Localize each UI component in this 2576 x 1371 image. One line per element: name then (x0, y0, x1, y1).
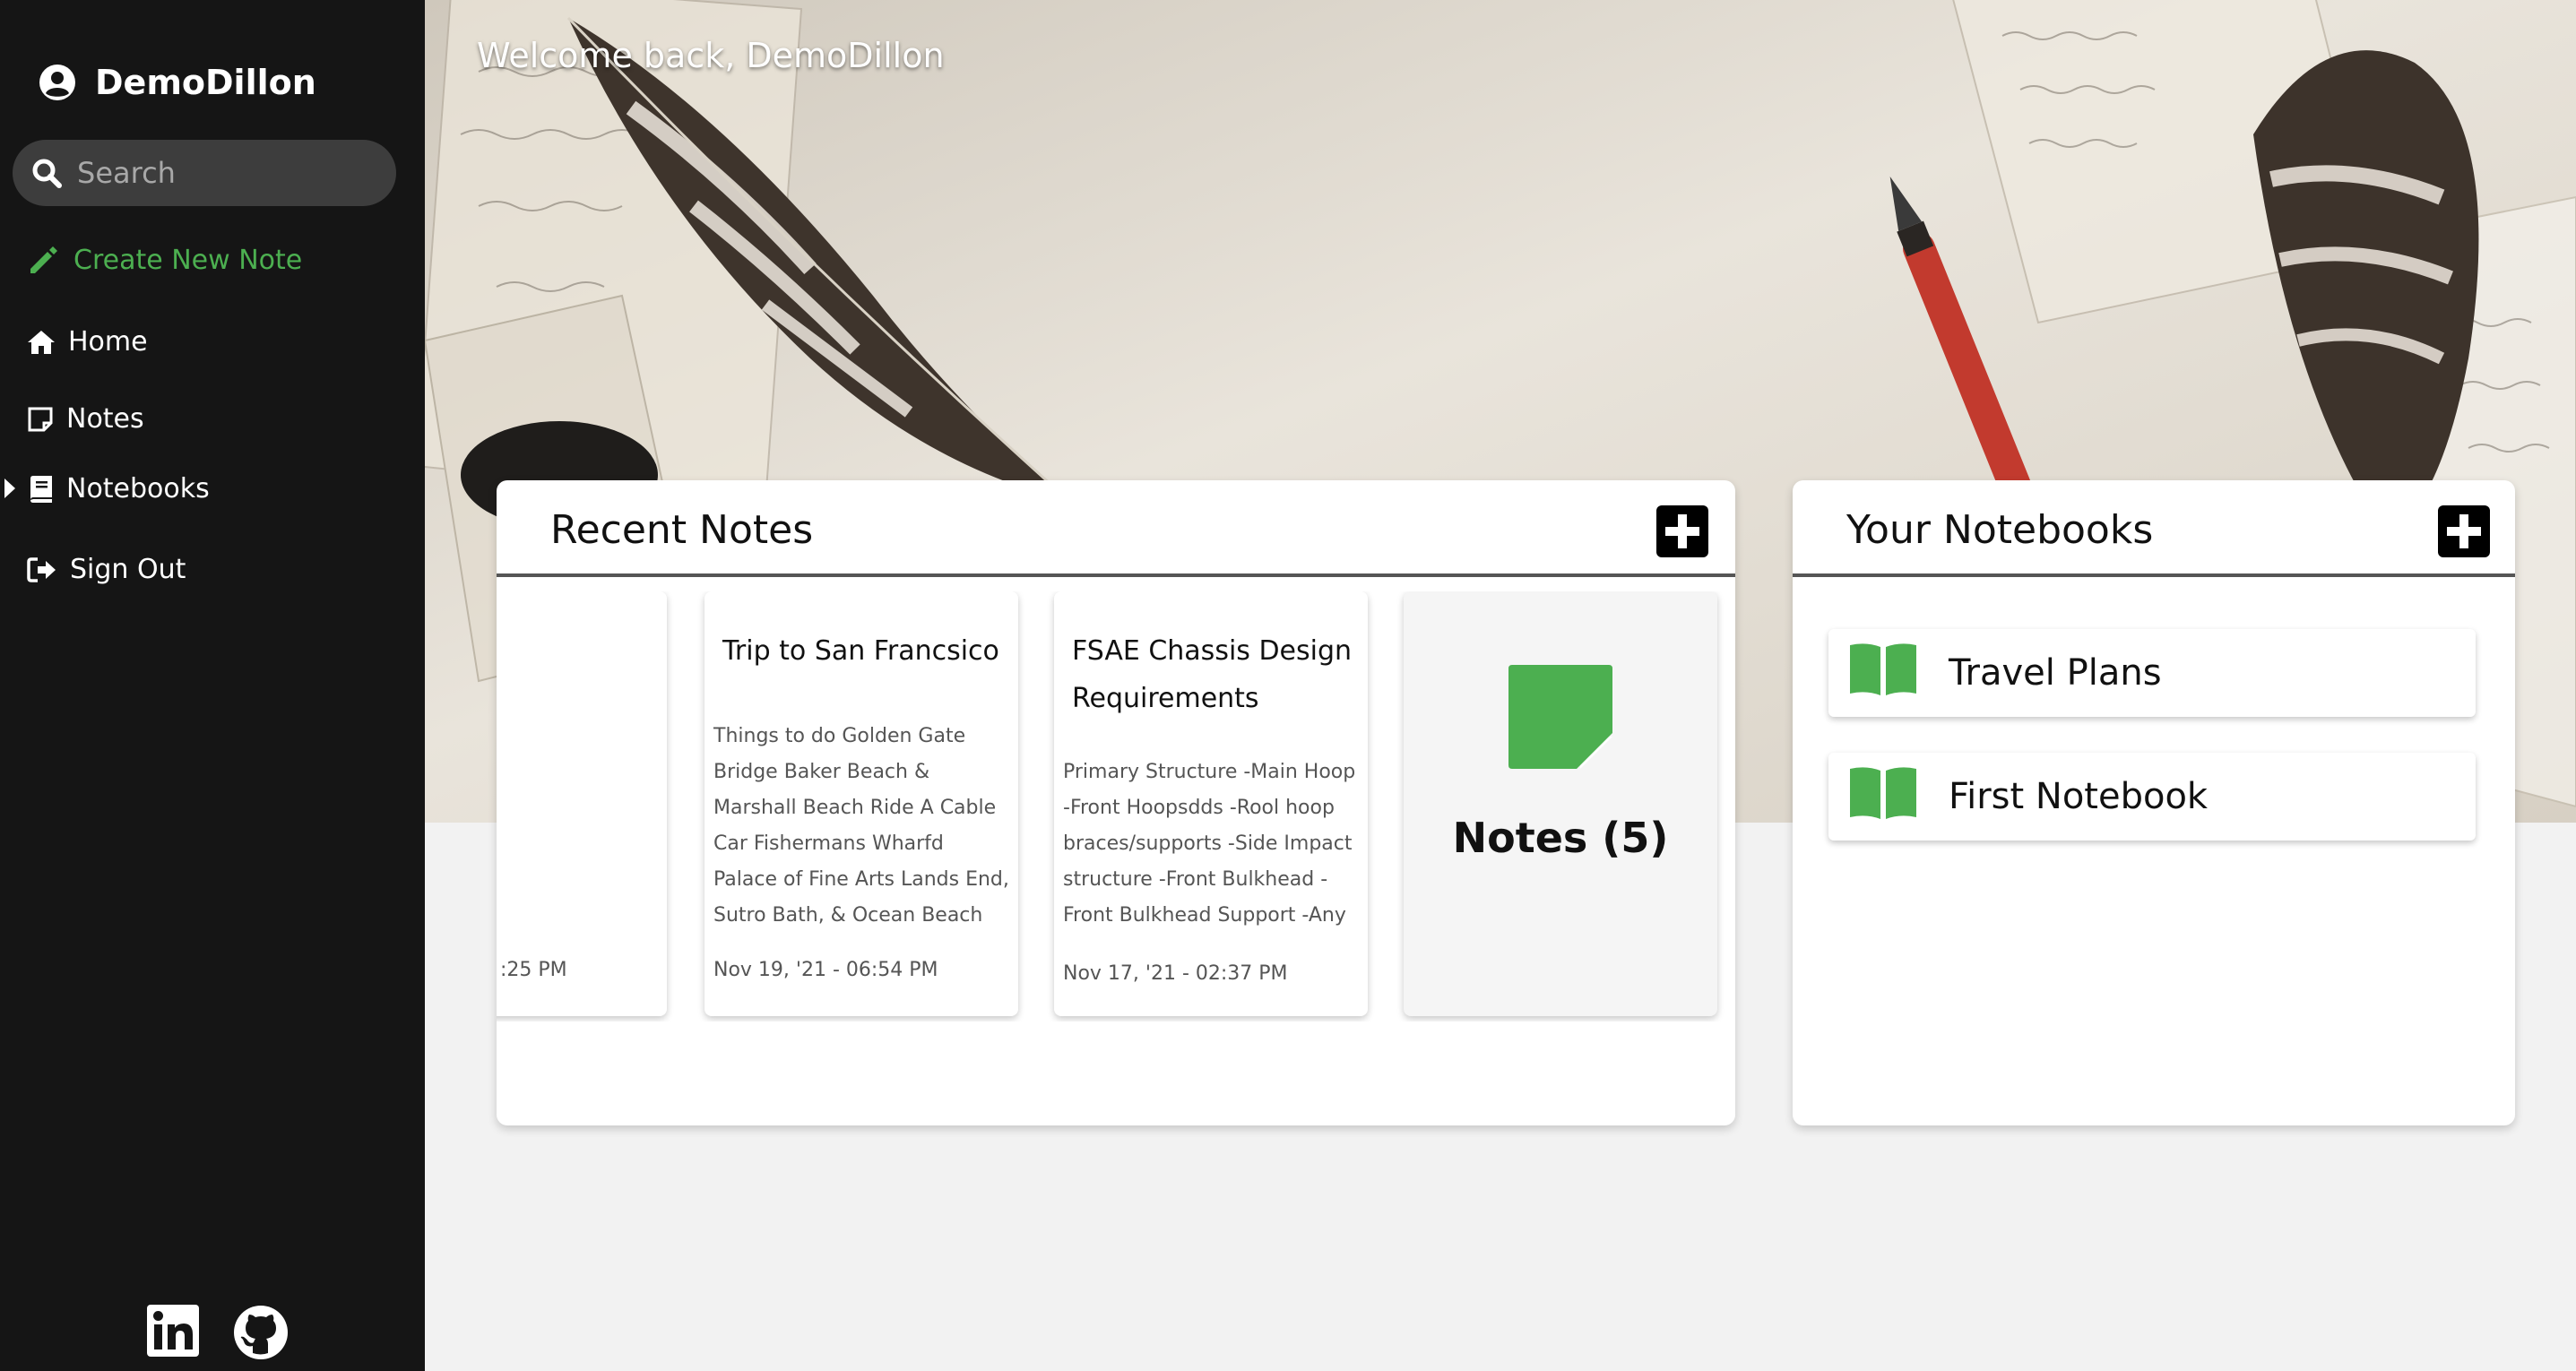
notes-count-label: Notes (5) (1452, 814, 1669, 862)
caret-right-icon[interactable] (4, 478, 16, 499)
all-notes-card[interactable]: Notes (5) (1404, 591, 1717, 1016)
note-card[interactable]: FSAE Chassis Design Requirements Primary… (1054, 591, 1368, 1016)
user-profile[interactable]: DemoDillon (38, 63, 316, 102)
nav-sign-out[interactable]: Sign Out (27, 554, 186, 585)
add-notebook-button[interactable] (2438, 505, 2490, 557)
note-card[interactable]: :25 PM (497, 591, 667, 1016)
nav-notebooks[interactable]: Notebooks (29, 473, 210, 504)
note-title: Trip to San Francsico (722, 635, 999, 667)
note-date: Nov 19, '21 - 06:54 PM (713, 959, 938, 981)
user-circle-icon (39, 65, 75, 100)
open-book-icon (1850, 643, 1916, 695)
nav-notes-label: Notes (66, 403, 144, 435)
create-new-note-link[interactable]: Create New Note (27, 244, 302, 276)
search-box[interactable] (13, 140, 396, 206)
recent-notes-carousel[interactable]: :25 PM Trip to San Francsico Things to d… (497, 591, 1733, 1022)
plus-icon-bar (1665, 527, 1699, 536)
nav-notes[interactable]: Notes (27, 403, 144, 435)
note-icon (28, 407, 53, 431)
sidebar: DemoDillon Create New Note Home Notes (0, 0, 425, 1371)
github-icon (234, 1306, 288, 1359)
nav-home-label: Home (68, 326, 148, 358)
notebooks-panel: Your Notebooks Travel Plans First Notebo… (1793, 480, 2515, 1125)
recent-notes-header: Recent Notes (497, 480, 1735, 577)
note-date: Nov 17, '21 - 02:37 PM (1063, 962, 1288, 985)
note-body: Primary Structure -Main Hoop -Front Hoop… (1063, 761, 1356, 927)
recent-notes-panel: Recent Notes :25 PM Trip to San Francsic… (497, 480, 1735, 1125)
notebook-name: Travel Plans (1949, 652, 2162, 694)
create-new-note-label: Create New Note (73, 244, 303, 276)
notebooks-header: Your Notebooks (1793, 480, 2515, 577)
notebook-name: First Notebook (1949, 776, 2209, 817)
search-input[interactable] (75, 155, 384, 191)
notebook-item[interactable]: First Notebook (1828, 753, 2476, 841)
search-icon (32, 159, 62, 188)
note-card[interactable]: Trip to San Francsico Things to do Golde… (705, 591, 1018, 1016)
sticky-note-icon (1508, 665, 1612, 769)
add-note-button[interactable] (1656, 505, 1708, 557)
notebook-icon (30, 475, 52, 503)
username: DemoDillon (95, 63, 316, 102)
recent-notes-title: Recent Notes (550, 507, 814, 553)
github-link[interactable] (233, 1305, 289, 1360)
note-body: Things to do Golden Gate Bridge Baker Be… (713, 725, 1009, 927)
note-date: :25 PM (500, 959, 567, 981)
nav-home[interactable]: Home (27, 326, 148, 358)
home-icon (28, 330, 55, 354)
pencil-icon (30, 246, 57, 273)
linkedin-link[interactable] (147, 1305, 199, 1357)
plus-icon-bar (2447, 527, 2481, 536)
welcome-message: Welcome back, DemoDillon (477, 36, 945, 75)
notebook-item[interactable]: Travel Plans (1828, 629, 2476, 717)
open-book-icon (1850, 767, 1916, 819)
nav-sign-out-label: Sign Out (70, 554, 186, 585)
sign-out-icon (27, 556, 56, 582)
note-title: FSAE Chassis Design Requirements (1072, 635, 1353, 714)
nav-notebooks-label: Notebooks (66, 473, 210, 504)
linkedin-icon (147, 1305, 199, 1357)
notebooks-title: Your Notebooks (1846, 507, 2154, 553)
